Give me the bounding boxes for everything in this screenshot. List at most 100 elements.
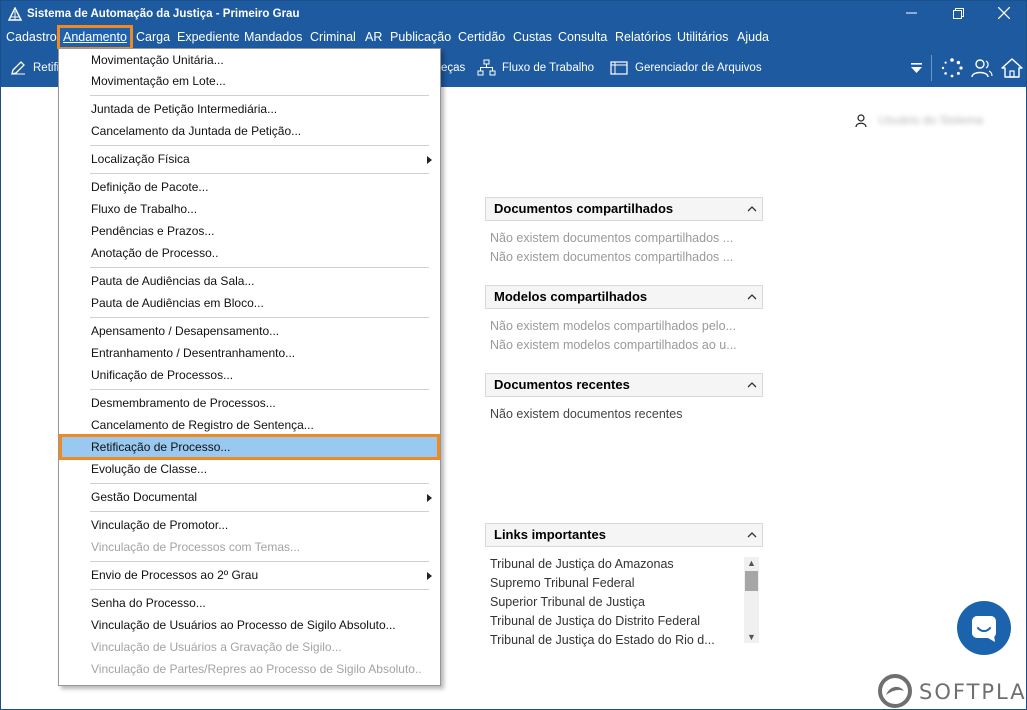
toolbar-fluxo-label: Fluxo de Trabalho bbox=[502, 62, 595, 75]
menu-consulta[interactable]: Consulta bbox=[558, 27, 607, 49]
menu-item-label: Localização Física bbox=[91, 152, 190, 166]
menu-separator bbox=[90, 483, 429, 484]
link-item[interactable]: Tribunal de Justiça do Amazonas bbox=[485, 555, 735, 574]
menu-andamento[interactable]: Andamento bbox=[57, 25, 133, 50]
toolbar-pecas-button[interactable]: eças bbox=[441, 59, 465, 77]
menu-item-retificacao-processo[interactable]: Retificação de Processo... bbox=[59, 434, 440, 460]
menu-item-juntada-peticao[interactable]: Juntada de Petição Intermediária... bbox=[60, 99, 439, 120]
menu-separator bbox=[90, 389, 429, 390]
brand-name: SOFTPLAN bbox=[919, 680, 1027, 704]
menu-ar[interactable]: AR bbox=[365, 27, 382, 49]
menu-item-movimentacao-unitaria[interactable]: Movimentação Unitária... bbox=[60, 50, 439, 71]
toolbar-retificacao-button[interactable]: Retifi bbox=[9, 59, 59, 77]
panel-header[interactable]: Documentos recentes bbox=[485, 373, 763, 397]
users-icon[interactable] bbox=[970, 57, 994, 79]
menu-item-movimentacao-lote[interactable]: Movimentação em Lote... bbox=[60, 71, 439, 92]
chevron-up-icon[interactable] bbox=[747, 530, 757, 540]
chat-button[interactable] bbox=[957, 601, 1011, 655]
panel-header[interactable]: Modelos compartilhados bbox=[485, 285, 763, 309]
user-name: Usuário do Sistema bbox=[878, 113, 984, 127]
home-icon[interactable] bbox=[1000, 57, 1024, 79]
menu-item-anotacao-processo[interactable]: Anotação de Processo.. bbox=[60, 243, 439, 264]
menu-item-pauta-audiencias-sala[interactable]: Pauta de Audiências da Sala... bbox=[60, 271, 439, 292]
toolbar-retificacao-label: Retifi bbox=[33, 62, 60, 75]
link-item[interactable]: Supremo Tribunal Federal bbox=[485, 574, 735, 593]
panel-documentos-compartilhados: Documentos compartilhados Não existem do… bbox=[485, 197, 763, 267]
menu-relatorios[interactable]: Relatórios bbox=[615, 27, 671, 49]
close-button[interactable] bbox=[981, 1, 1026, 27]
edit-icon bbox=[11, 61, 25, 75]
toolbar-dropdown-icon[interactable] bbox=[905, 57, 929, 79]
scrollbar-thumb[interactable] bbox=[745, 571, 758, 591]
menu-item-apensamento[interactable]: Apensamento / Desapensamento... bbox=[60, 321, 439, 342]
menu-publicacao[interactable]: Publicação bbox=[390, 27, 451, 49]
menu-item-localizacao-fisica[interactable]: Localização Física bbox=[60, 149, 439, 170]
panel-title: Links importantes bbox=[494, 527, 606, 542]
menu-item-label: Gestão Documental bbox=[91, 490, 198, 504]
submenu-arrow-icon bbox=[427, 494, 432, 502]
menu-item-envio-segundo-grau[interactable]: Envio de Processos ao 2º Grau bbox=[60, 565, 439, 586]
menu-separator bbox=[90, 317, 429, 318]
chat-icon bbox=[972, 616, 996, 642]
user-info: Usuário do Sistema bbox=[855, 113, 983, 129]
panel-message: Não existem modelos compartilhados ao u.… bbox=[490, 338, 737, 352]
menu-ajuda[interactable]: Ajuda bbox=[737, 27, 769, 49]
link-item[interactable]: Tribunal de Justiça do Distrito Federal bbox=[485, 612, 735, 631]
menu-item-pendencias-prazos[interactable]: Pendências e Prazos... bbox=[60, 221, 439, 242]
links-scrollbar[interactable]: ▲ ▼ bbox=[744, 557, 759, 643]
scroll-up-icon[interactable]: ▲ bbox=[744, 557, 759, 569]
menu-certidao[interactable]: Certidão bbox=[458, 27, 505, 49]
menu-mandados[interactable]: Mandados bbox=[244, 27, 302, 49]
toolbar-fluxo-button[interactable]: Fluxo de Trabalho bbox=[477, 59, 594, 77]
menu-item-label: Envio de Processos ao 2º Grau bbox=[91, 568, 259, 582]
menu-custas[interactable]: Custas bbox=[513, 27, 552, 49]
link-item[interactable]: Tribunal de Justiça do Estado do Rio d..… bbox=[485, 631, 735, 650]
menu-item-definicao-pacote[interactable]: Definição de Pacote... bbox=[60, 177, 439, 198]
chevron-up-icon[interactable] bbox=[747, 204, 757, 214]
menu-item-entranhamento[interactable]: Entranhamento / Desentranhamento... bbox=[60, 343, 439, 364]
loading-spinner-icon bbox=[941, 58, 963, 78]
panel-header[interactable]: Links importantes bbox=[485, 523, 763, 547]
menu-item-vinculacao-gravacao-sigilo: Vinculação de Usuários a Gravação de Sig… bbox=[91, 640, 342, 654]
andamento-dropdown-menu: Movimentação Unitária... Movimentação em… bbox=[58, 48, 441, 686]
minimize-button[interactable] bbox=[888, 1, 934, 27]
panel-title: Documentos recentes bbox=[494, 377, 630, 392]
menu-separator bbox=[90, 267, 429, 268]
close-icon bbox=[997, 6, 1011, 20]
chevron-up-icon[interactable] bbox=[747, 380, 757, 390]
panel-title: Modelos compartilhados bbox=[494, 289, 648, 304]
menu-separator bbox=[90, 589, 429, 590]
menu-item-cancelamento-juntada[interactable]: Cancelamento da Juntada de Petição... bbox=[60, 121, 439, 142]
menu-item-pauta-audiencias-bloco[interactable]: Pauta de Audiências em Bloco... bbox=[60, 293, 439, 314]
toolbar-gerenciador-button[interactable]: Gerenciador de Arquivos bbox=[610, 59, 762, 77]
menu-carga[interactable]: Carga bbox=[136, 27, 170, 49]
menu-cadastro[interactable]: Cadastro bbox=[6, 27, 57, 49]
menu-item-senha-processo[interactable]: Senha do Processo... bbox=[60, 593, 439, 614]
panel-message: Não existem modelos compartilhados pelo.… bbox=[490, 319, 736, 333]
menu-criminal[interactable]: Criminal bbox=[310, 27, 356, 49]
menu-expediente[interactable]: Expediente bbox=[177, 27, 240, 49]
menu-item-evolucao-classe[interactable]: Evolução de Classe... bbox=[60, 459, 439, 480]
toolbar-separator bbox=[931, 55, 932, 81]
window-title: Sistema de Automação da Justiça - Primei… bbox=[27, 8, 300, 20]
link-item[interactable]: Superior Tribunal de Justiça bbox=[485, 593, 735, 612]
menu-separator bbox=[90, 145, 429, 146]
menu-item-gestao-documental[interactable]: Gestão Documental bbox=[60, 487, 439, 508]
chevron-up-icon[interactable] bbox=[747, 292, 757, 302]
links-list: Tribunal de Justiça do Amazonas Supremo … bbox=[485, 555, 761, 651]
scroll-down-icon[interactable]: ▼ bbox=[744, 631, 759, 643]
menu-utilitarios[interactable]: Utilitários bbox=[677, 27, 728, 49]
menu-item-cancelamento-sentenca[interactable]: Cancelamento de Registro de Sentença... bbox=[60, 415, 439, 436]
panel-header[interactable]: Documentos compartilhados bbox=[485, 197, 763, 221]
title-bar: Sistema de Automação da Justiça - Primei… bbox=[1, 1, 1026, 27]
workflow-icon bbox=[477, 59, 496, 76]
menu-item-fluxo-trabalho[interactable]: Fluxo de Trabalho... bbox=[60, 199, 439, 220]
app-window: Sistema de Automação da Justiça - Primei… bbox=[0, 0, 1027, 710]
menu-item-vinculacao-usuarios-sigilo[interactable]: Vinculação de Usuários ao Processo de Si… bbox=[60, 615, 439, 636]
menu-item-desmembramento[interactable]: Desmembramento de Processos... bbox=[60, 393, 439, 414]
restore-button[interactable] bbox=[935, 1, 981, 27]
toolbar-pecas-label: eças bbox=[441, 62, 466, 74]
menu-item-unificacao-processos[interactable]: Unificação de Processos... bbox=[60, 365, 439, 386]
menu-item-vinculacao-promotor[interactable]: Vinculação de Promotor... bbox=[60, 515, 439, 536]
minimize-icon bbox=[905, 12, 917, 14]
